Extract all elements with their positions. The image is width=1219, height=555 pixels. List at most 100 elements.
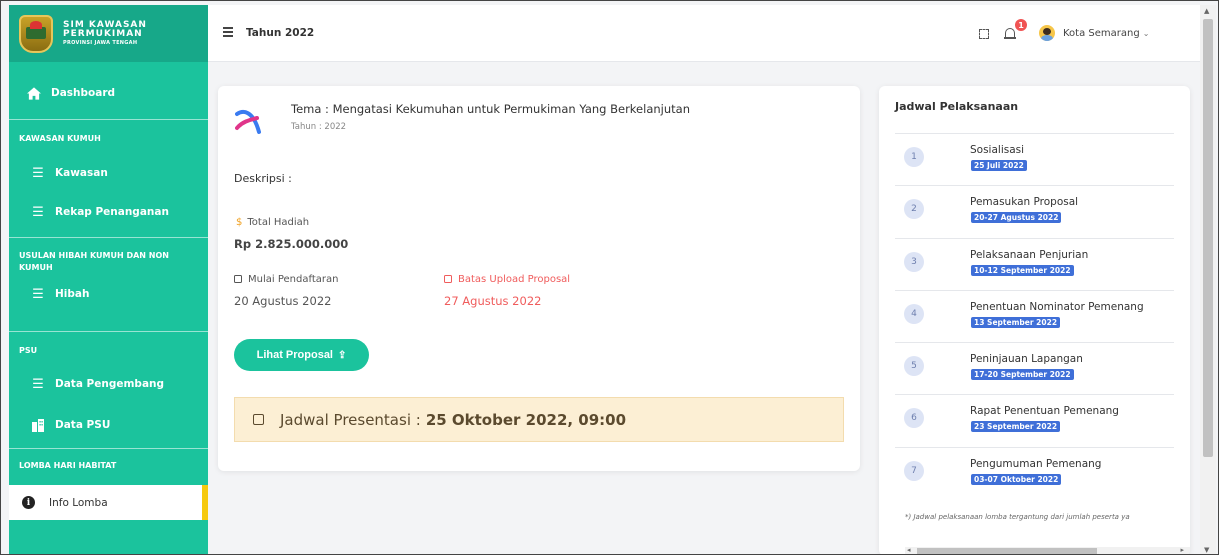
registration-start-label: Mulai Pendaftaran [234, 274, 338, 285]
total-prize-value: Rp 2.825.000.000 [234, 237, 349, 251]
brand[interactable]: SIM KAWASAN PERMUKIMAN PROVINSI JAWA TEN… [9, 5, 208, 62]
vertical-scrollbar[interactable]: ▲ ▼ [1200, 5, 1216, 554]
list-icon: ☰ [32, 165, 44, 181]
step-number: 2 [904, 199, 924, 220]
info-icon: i [22, 496, 35, 509]
building-icon [31, 418, 45, 432]
bell-icon[interactable] [1004, 27, 1016, 40]
competition-logo-icon [235, 110, 261, 134]
list-item: 6 Rapat Penentuan Pemenang 23 September … [895, 394, 1174, 446]
sidebar: SIM KAWASAN PERMUKIMAN PROVINSI JAWA TEN… [9, 5, 208, 554]
scrollbar-thumb[interactable] [917, 548, 1097, 554]
menu-toggle-icon[interactable] [223, 27, 233, 37]
sidebar-item-label: Dashboard [51, 87, 116, 99]
upload-deadline-label: Batas Upload Proposal [444, 274, 570, 285]
step-date-badge: 17-20 September 2022 [971, 369, 1074, 381]
sidebar-item-rekap-penanganan[interactable]: ☰ Rekap Penanganan [9, 201, 208, 223]
step-name: Peninjauan Lapangan [970, 353, 1083, 366]
description-label: Deskripsi : [234, 172, 292, 185]
sidebar-divider [9, 237, 208, 238]
sidebar-item-label: Info Lomba [49, 496, 108, 509]
chevron-down-icon: ⌄ [1142, 29, 1150, 38]
presentation-value: 25 Oktober 2022, 09:00 [425, 410, 627, 429]
sidebar-divider [9, 448, 208, 449]
list-item: 5 Peninjauan Lapangan 17-20 September 20… [895, 342, 1174, 394]
step-name: Sosialisasi [970, 144, 1025, 156]
list-item: 2 Pemasukan Proposal 20-27 Agustus 2022 [895, 185, 1174, 237]
sidebar-item-data-psu[interactable]: Data PSU [9, 414, 208, 436]
province-emblem-logo [19, 14, 53, 53]
horizontal-scrollbar[interactable]: ◂ ▸ [905, 546, 1190, 554]
app-window: SIM KAWASAN PERMUKIMAN PROVINSI JAWA TEN… [0, 0, 1219, 555]
brand-line-3: PROVINSI JAWA TENGAH [63, 39, 138, 46]
total-prize-label: $ Total Hadiah [236, 217, 310, 228]
sidebar-item-label: Hibah [55, 288, 90, 300]
sidebar-item-label: Data PSU [55, 419, 111, 431]
user-menu[interactable]: Kota Semarang ⌄ [1063, 28, 1149, 39]
sidebar-item-data-pengembang[interactable]: ☰ Data Pengembang [9, 373, 208, 395]
scroll-up-icon[interactable]: ▲ [1204, 7, 1209, 15]
topbar: Tahun 2022 1 Kota Semarang ⌄ [208, 5, 1200, 62]
theme-title: Tema : Mengatasi Kekumuhan untuk Permuki… [291, 102, 690, 116]
step-number: 3 [904, 251, 924, 272]
list-item: 1 Sosialisasi 25 Juli 2022 [895, 133, 1174, 185]
sidebar-item-hibah[interactable]: ☰ Hibah [9, 283, 208, 305]
brand-text: SIM KAWASAN PERMUKIMAN PROVINSI JAWA TEN… [63, 20, 147, 46]
step-number: 7 [904, 460, 924, 481]
step-number: 6 [904, 408, 924, 429]
sidebar-section-kawasan-kumuh: KAWASAN KUMUH [19, 134, 101, 143]
year-label: Tahun 2022 [246, 27, 315, 39]
brand-line-2: PERMUKIMAN [63, 29, 143, 40]
schedule-list: 1 Sosialisasi 25 Juli 2022 2 Pemasukan P… [895, 133, 1174, 499]
sidebar-item-kawasan[interactable]: ☰ Kawasan [9, 162, 208, 184]
notification-badge: 1 [1015, 19, 1027, 31]
step-date-badge: 03-07 Oktober 2022 [971, 473, 1062, 485]
sidebar-item-info-lomba[interactable]: i Info Lomba [9, 485, 208, 520]
presentation-schedule-banner: Jadwal Presentasi : 25 Oktober 2022, 09:… [234, 397, 844, 442]
step-name: Pengumuman Pemenang [970, 457, 1102, 470]
list-item: 4 Penentuan Nominator Pemenang 13 Septem… [895, 289, 1174, 342]
scroll-down-icon[interactable]: ▼ [1204, 546, 1209, 554]
calendar-icon [234, 275, 242, 283]
upload-deadline-value: 27 Agustus 2022 [444, 294, 542, 308]
step-number: 5 [904, 356, 924, 377]
scroll-right-icon[interactable]: ▸ [1180, 546, 1184, 554]
sidebar-item-label: Data Pengembang [55, 378, 165, 390]
competition-info-card: Tema : Mengatasi Kekumuhan untuk Permuki… [218, 86, 860, 471]
sidebar-divider [9, 119, 208, 120]
user-name: Kota Semarang [1063, 28, 1140, 39]
calendar-check-icon [253, 414, 264, 425]
step-number: 1 [904, 147, 924, 167]
sidebar-section-lomba: LOMBA HARI HABITAT [19, 461, 117, 470]
presentation-label: Jadwal Presentasi : [280, 410, 421, 429]
sidebar-item-label: Kawasan [55, 167, 108, 179]
sidebar-item-dashboard[interactable]: Dashboard [9, 82, 208, 104]
calendar-icon [444, 275, 452, 283]
view-proposal-button[interactable]: Lihat Proposal ⇪ [234, 339, 369, 371]
avatar[interactable] [1039, 25, 1055, 41]
list-icon: ☰ [32, 286, 44, 302]
sidebar-section-psu: PSU [19, 346, 38, 355]
step-date-badge: 25 Juli 2022 [971, 160, 1027, 171]
list-item: 3 Pelaksanaan Penjurian 10-12 September … [895, 237, 1174, 290]
step-name: Rapat Penentuan Pemenang [970, 405, 1119, 418]
list-icon: ☰ [32, 376, 44, 392]
sidebar-section-usulan-hibah: USULAN HIBAH KUMUH DAN NON KUMUH [19, 251, 169, 272]
home-icon [27, 86, 41, 100]
step-name: Penentuan Nominator Pemenang [970, 300, 1144, 313]
upload-icon: ⇪ [338, 349, 347, 361]
schedule-card: Jadwal Pelaksanaan 1 Sosialisasi 25 Juli… [879, 86, 1190, 554]
step-name: Pemasukan Proposal [970, 196, 1079, 209]
registration-start-value: 20 Agustus 2022 [234, 294, 332, 308]
step-date-badge: 23 September 2022 [971, 421, 1061, 433]
sidebar-divider [9, 331, 208, 332]
step-date-badge: 13 September 2022 [971, 316, 1061, 328]
sidebar-item-label: Rekap Penanganan [55, 206, 169, 218]
list-icon: ☰ [32, 204, 44, 220]
step-date-badge: 10-12 September 2022 [971, 264, 1074, 276]
schedule-title: Jadwal Pelaksanaan [895, 100, 1019, 113]
fullscreen-icon[interactable] [979, 29, 989, 39]
list-item: 7 Pengumuman Pemenang 03-07 Oktober 2022 [895, 446, 1174, 499]
scrollbar-thumb[interactable] [1203, 19, 1213, 457]
scroll-left-icon[interactable]: ◂ [907, 546, 911, 554]
